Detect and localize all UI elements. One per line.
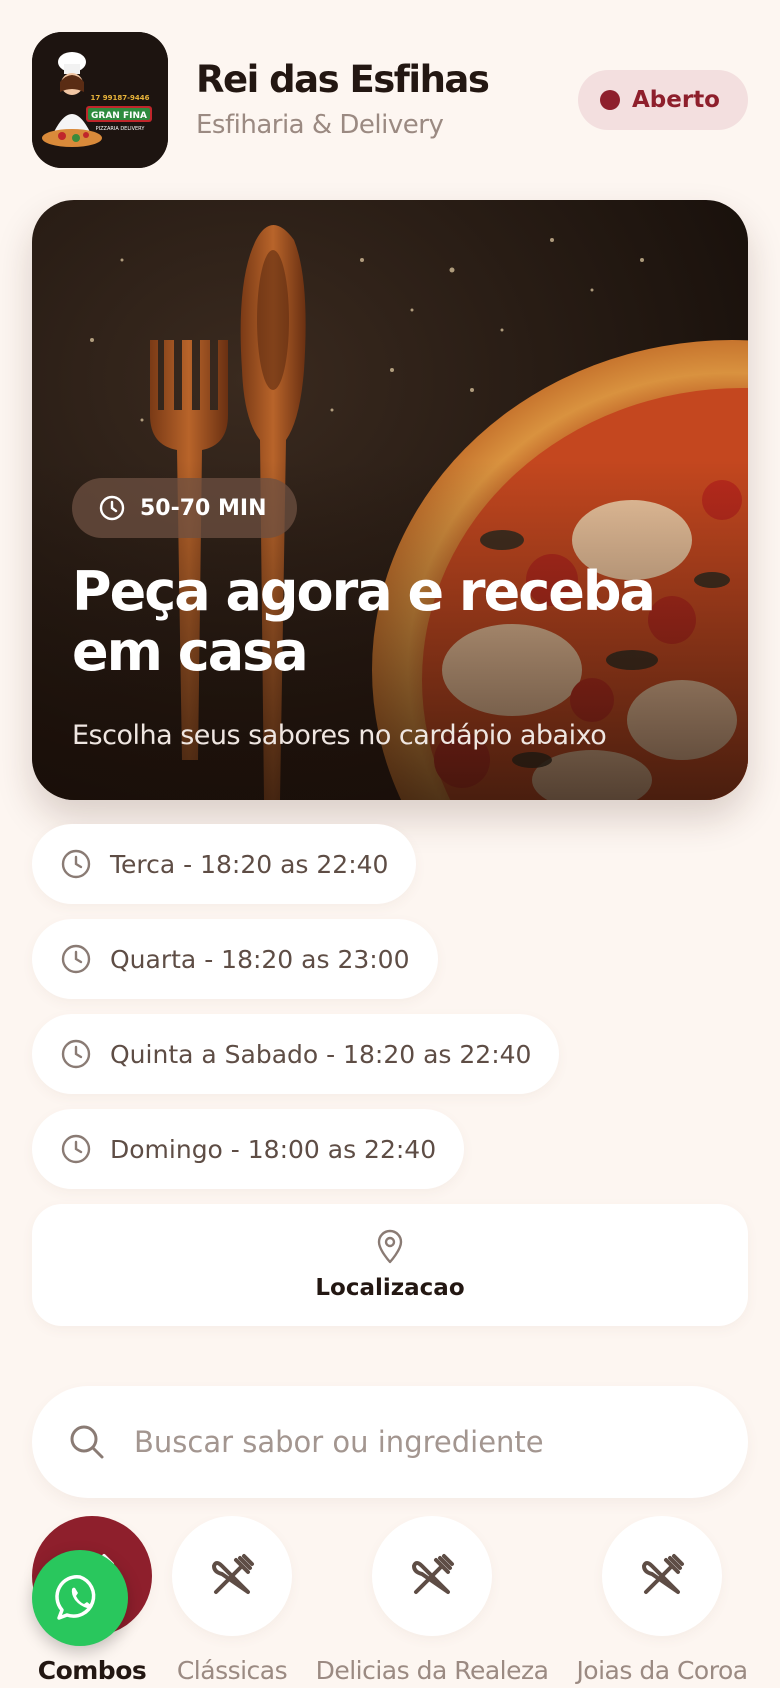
category-label: Joias da Coroa — [576, 1656, 748, 1685]
store-name: Rei das Esfihas — [196, 58, 490, 101]
clock-icon — [61, 1134, 91, 1164]
clock-icon — [61, 944, 91, 974]
location-button[interactable]: Localizacao — [32, 1204, 748, 1326]
fork-knife-icon — [642, 1554, 684, 1594]
map-pin-icon — [377, 1229, 403, 1264]
location-label: Localizacao — [315, 1275, 465, 1301]
store-header: GRAN FINA 17 99187-9446 PIZZARIA DELIVER… — [32, 32, 748, 168]
hours-label: Domingo - 18:00 as 22:40 — [110, 1134, 437, 1164]
fork-knife-icon — [212, 1554, 254, 1594]
logo-tagline-text: PIZZARIA DELIVERY — [96, 126, 146, 132]
category-icon-circle — [172, 1516, 292, 1636]
status-label: Aberto — [631, 87, 720, 113]
delivery-time-badge: 50-70 MIN — [72, 478, 297, 538]
category-label: Delicias da Realeza — [315, 1656, 549, 1685]
hero-title: Peça agora e receba em casa — [72, 560, 656, 683]
hours-item: Terca - 18:20 as 22:40 — [32, 824, 417, 904]
category-joias-da-coroa[interactable]: Joias da Coroa — [576, 1516, 748, 1685]
clock-icon — [61, 1039, 91, 1069]
store-subtitle: Esfiharia & Delivery — [196, 110, 444, 140]
category-delicias-da-realeza[interactable]: Delicias da Realeza — [316, 1516, 549, 1685]
hours-label: Quarta - 18:20 as 23:00 — [110, 944, 410, 974]
hours-label: Quinta a Sabado - 18:20 as 22:40 — [110, 1039, 532, 1069]
hours-item: Quinta a Sabado - 18:20 as 22:40 — [32, 1014, 560, 1094]
hero-subtitle: Escolha seus sabores no cardápio abaixo — [72, 720, 607, 751]
delivery-time-label: 50-70 MIN — [140, 495, 267, 521]
status-badge: Aberto — [577, 70, 748, 130]
logo-phone-text: 17 99187-9446 — [91, 94, 150, 102]
search-input[interactable] — [134, 1425, 694, 1459]
hours-item: Domingo - 18:00 as 22:40 — [32, 1109, 465, 1189]
search-bar — [32, 1386, 748, 1498]
whatsapp-icon — [55, 1575, 96, 1620]
status-dot-icon — [599, 90, 620, 110]
category-classicas[interactable]: Clássicas — [172, 1516, 292, 1685]
category-icon-circle — [602, 1516, 722, 1636]
whatsapp-button[interactable] — [32, 1550, 128, 1646]
fork-knife-icon — [412, 1554, 454, 1594]
clock-icon — [61, 849, 91, 879]
logo-brand-text: GRAN FINA — [91, 111, 147, 121]
hours-item: Quarta - 18:20 as 23:00 — [32, 919, 438, 999]
clock-icon — [99, 495, 125, 521]
hours-label: Terca - 18:20 as 22:40 — [110, 849, 389, 879]
chef-logo-image: GRAN FINA 17 99187-9446 PIZZARIA DELIVER… — [32, 32, 168, 168]
store-logo: GRAN FINA 17 99187-9446 PIZZARIA DELIVER… — [32, 32, 168, 168]
category-label: Clássicas — [176, 1656, 288, 1685]
hero-banner: 50-70 MIN Peça agora e receba em casa Es… — [32, 200, 748, 800]
category-label: Combos — [37, 1656, 147, 1685]
search-icon — [70, 1425, 104, 1459]
category-icon-circle — [372, 1516, 492, 1636]
